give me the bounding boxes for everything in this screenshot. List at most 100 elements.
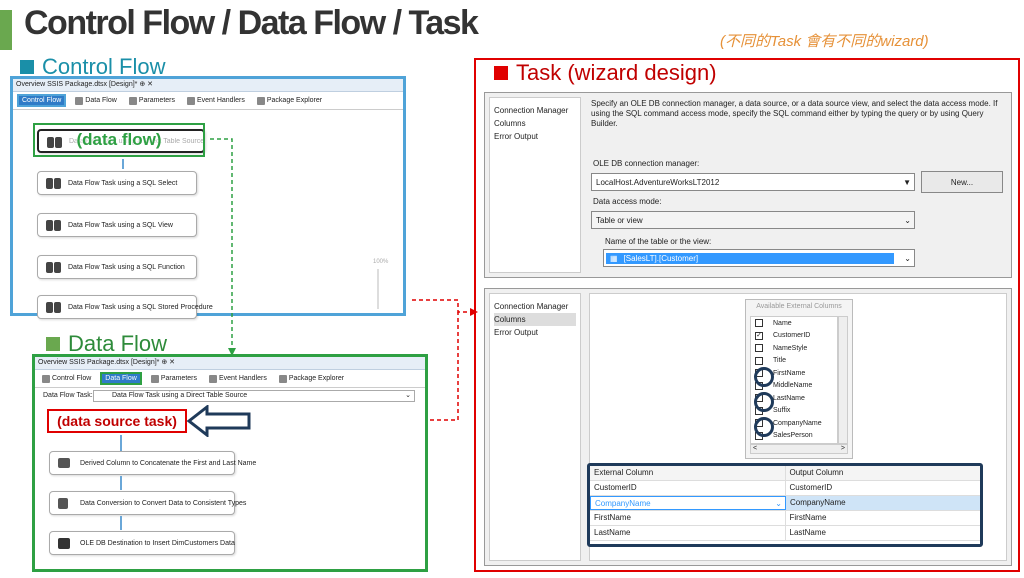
zoom-level: 100%: [373, 259, 389, 265]
window-title: Overview SSIS Package.dtsx [Design]* ⊕ ✕: [13, 79, 403, 92]
window-title: Overview SSIS Package.dtsx [Design]* ⊕ ✕: [35, 357, 425, 370]
page-title: Control Flow / Data Flow / Task: [24, 4, 479, 42]
tab-package-explorer[interactable]: Package Explorer: [254, 96, 325, 106]
control-flow-window: Overview SSIS Package.dtsx [Design]* ⊕ ✕…: [10, 76, 406, 319]
column-name: CustomerID: [773, 332, 811, 340]
column-name: Name: [773, 319, 792, 327]
data-flow-task-icon: [46, 178, 62, 190]
tab-parameters[interactable]: Parameters: [126, 96, 178, 106]
flow-arrow: [120, 516, 122, 530]
data-flow-icon: [75, 96, 84, 105]
event-handlers-icon: [187, 96, 195, 105]
nav-columns[interactable]: Columns: [494, 117, 576, 130]
square-icon: [46, 337, 60, 351]
control-flow-icon: [42, 374, 50, 383]
list-item[interactable]: Name: [751, 317, 837, 330]
nav-columns[interactable]: Columns: [494, 313, 576, 326]
data-flow-overlay-label: (data flow): [33, 123, 205, 157]
ole-db-destination-icon: [58, 538, 74, 550]
columns-panel: Connection Manager Columns Error Output …: [484, 288, 1012, 566]
task-sql-select[interactable]: Data Flow Task using a SQL Select: [37, 171, 197, 195]
checkbox[interactable]: [755, 344, 763, 353]
available-columns-title: Available External Columns: [756, 303, 842, 310]
data-flow-task-icon: [46, 220, 62, 232]
arrow-right-icon[interactable]: >: [841, 445, 845, 453]
table-icon: ▦: [610, 253, 618, 263]
tab-control-flow[interactable]: Control Flow: [39, 374, 94, 384]
package-explorer-icon: [256, 96, 265, 105]
checkbox[interactable]: [755, 356, 763, 365]
horizontal-scrollbar[interactable]: < >: [750, 444, 848, 454]
flow-arrow: [120, 476, 122, 490]
nav-error-output[interactable]: Error Output: [494, 326, 576, 339]
connection-manager-panel: Connection Manager Columns Error Output …: [484, 92, 1012, 278]
table-name-label: Name of the table or the view:: [605, 237, 712, 246]
task-wizard-heading: Task (wizard design): [494, 60, 717, 86]
access-mode-label: Data access mode:: [593, 197, 662, 206]
step-ole-db-destination[interactable]: OLE DB Destination to Insert DimCustomer…: [49, 531, 235, 555]
designer-tabs: Control Flow Data Flow Parameters Event …: [13, 92, 403, 110]
list-item[interactable]: Title: [751, 355, 837, 368]
access-mode-select[interactable]: Table or view ⌄: [591, 211, 915, 229]
wizard-description: Specify an OLE DB connection manager, a …: [591, 99, 998, 128]
data-flow-window: Overview SSIS Package.dtsx [Design]* ⊕ ✕…: [32, 354, 428, 572]
square-icon: [494, 66, 508, 80]
step-derived-column[interactable]: Derived Column to Concatenate the First …: [49, 451, 256, 475]
wizard-nav: Connection Manager Columns Error Output: [489, 97, 581, 273]
data-flow-task-icon: [46, 262, 62, 274]
title-accent-bar: [0, 10, 12, 50]
square-icon: [20, 60, 34, 74]
nav-connection-manager[interactable]: Connection Manager: [494, 104, 576, 117]
list-item[interactable]: NameStyle: [751, 342, 837, 355]
list-item[interactable]: ✓ CustomerID: [751, 330, 837, 343]
derived-column-icon: [58, 458, 74, 470]
chevron-down-icon: ⌄: [904, 215, 911, 225]
tab-data-flow[interactable]: Data Flow: [72, 96, 120, 106]
nav-error-output[interactable]: Error Output: [494, 130, 576, 143]
pointer-arrow-icon: [187, 405, 251, 437]
flow-arrow: [122, 159, 124, 169]
column-name: MiddleName: [773, 382, 813, 390]
grid-highlight-frame: [587, 463, 983, 547]
parameters-icon: [150, 374, 159, 383]
task-sql-view[interactable]: Data Flow Task using a SQL View: [37, 213, 197, 237]
arrow-left-icon[interactable]: <: [753, 445, 757, 453]
wizard-nav: Connection Manager Columns Error Output: [489, 293, 581, 561]
column-name: Title: [773, 357, 786, 365]
chevron-down-icon: ⌄: [904, 253, 911, 263]
package-explorer-icon: [278, 374, 287, 383]
column-name: CompanyName: [773, 419, 822, 427]
dropdown-arrow-icon: ▼: [903, 177, 911, 187]
checkbox[interactable]: ✓: [755, 331, 763, 340]
flow-arrow: [120, 435, 122, 451]
data-flow-task-icon: [46, 302, 62, 314]
event-handlers-icon: [209, 374, 217, 383]
task-sql-function[interactable]: Data Flow Task using a SQL Function: [37, 255, 197, 279]
new-connection-button[interactable]: New...: [921, 171, 1003, 193]
tab-event-handlers[interactable]: Event Handlers: [184, 96, 248, 106]
conn-manager-label: OLE DB connection manager:: [593, 159, 700, 168]
data-flow-task-label: Data Flow Task:: [43, 392, 93, 399]
checkbox[interactable]: [755, 319, 763, 328]
tab-parameters[interactable]: Parameters: [148, 374, 200, 384]
table-name-selected: ▦ [SalesLT].[Customer]: [606, 252, 894, 264]
list-scrollbar[interactable]: [838, 316, 848, 444]
column-name: FirstName: [773, 369, 806, 377]
tab-control-flow[interactable]: Control Flow: [17, 94, 67, 107]
tab-data-flow[interactable]: Data Flow: [100, 372, 142, 385]
highlight-circle: [754, 392, 774, 412]
nav-connection-manager[interactable]: Connection Manager: [494, 300, 576, 313]
zoom-slider[interactable]: [377, 269, 379, 309]
parameters-icon: [128, 96, 137, 105]
column-name: NameStyle: [773, 344, 808, 352]
data-flow-task-select[interactable]: Data Flow Task using a Direct Table Sour…: [93, 390, 415, 402]
table-name-select[interactable]: ▦ [SalesLT].[Customer] ⌄: [603, 249, 915, 267]
highlight-circle: [754, 417, 774, 437]
wizard-note: (不同的Task 會有不同的wizard): [720, 33, 929, 50]
tab-package-explorer[interactable]: Package Explorer: [276, 374, 347, 384]
column-name: SalesPerson: [773, 432, 813, 440]
conn-manager-select[interactable]: LocalHost.AdventureWorksLT2012 ▼: [591, 173, 915, 191]
tab-event-handlers[interactable]: Event Handlers: [206, 374, 270, 384]
task-sql-stored-procedure[interactable]: Data Flow Task using a SQL Stored Proced…: [37, 295, 213, 319]
step-data-conversion[interactable]: Data Conversion to Convert Data to Consi…: [49, 491, 246, 515]
